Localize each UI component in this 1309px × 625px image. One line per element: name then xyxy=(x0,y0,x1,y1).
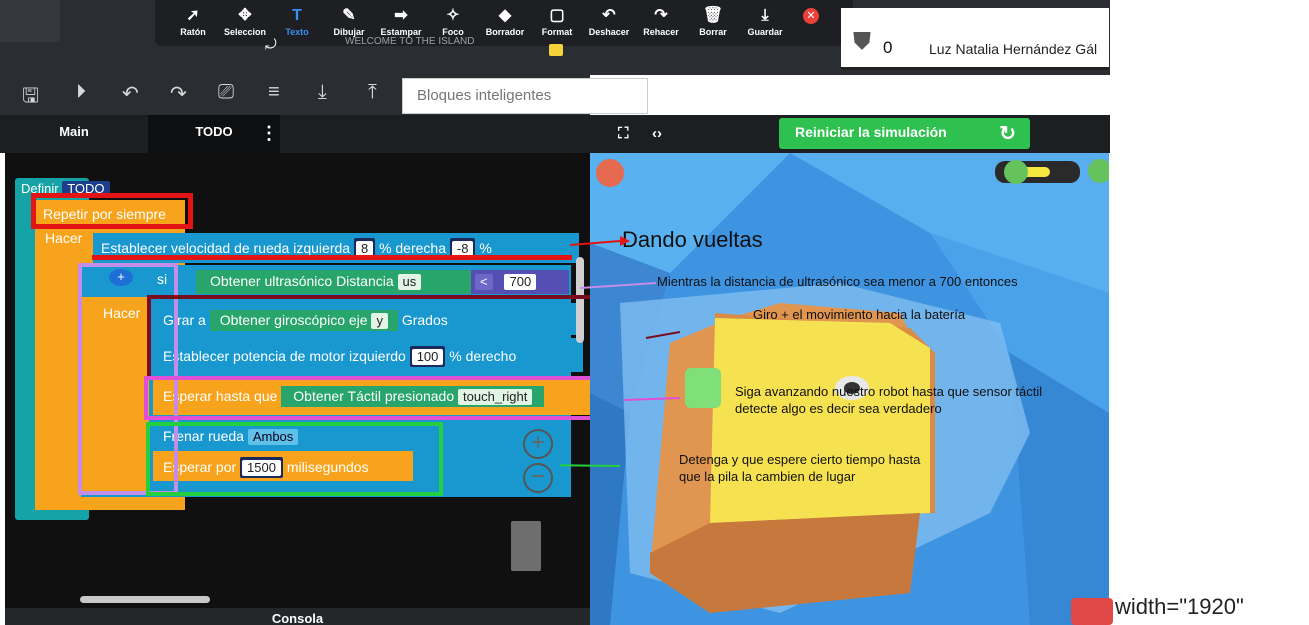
tool-borrar[interactable]: 🗑 Borrar xyxy=(687,0,739,37)
tool-label: Borrador xyxy=(485,27,525,37)
format-icon: ▢ xyxy=(549,7,565,24)
annotation-advance-1: Siga avanzando nuestro robot hasta que s… xyxy=(735,384,1043,399)
tool-format[interactable]: ▢ Format xyxy=(531,0,583,37)
tool-label: Ratón xyxy=(180,27,206,37)
tool-guardar[interactable]: ⤓ Guardar xyxy=(739,0,791,37)
close-annotation-icon[interactable]: ✕ xyxy=(803,8,819,24)
pct-right-label: % derecha xyxy=(379,240,446,256)
tool-label: Guardar xyxy=(747,27,783,37)
move-icon: ✥ xyxy=(238,7,252,24)
tool-estampar[interactable]: ➡ Estampar xyxy=(375,0,427,37)
tool-borrador[interactable]: ◆ Borrador xyxy=(479,0,531,37)
annotation-advance-2: detecte algo es decir sea verdadero xyxy=(735,401,942,416)
screen: ➚ Ratón ✥ Seleccion T Texto ✎ Dibujar ➡ Estampar ✧… xyxy=(0,0,1309,625)
pct-label: % xyxy=(479,240,492,256)
tab-main[interactable]: Main xyxy=(0,115,148,153)
user-name[interactable]: Luz Natalia Hernández Gál xyxy=(929,41,1097,57)
stray-width-text: width="1920" xyxy=(1115,594,1244,619)
tool-texto[interactable]: T Texto xyxy=(271,0,323,37)
save-icon: ⤓ xyxy=(761,7,769,24)
top-left-tab[interactable] xyxy=(0,0,60,42)
tool-label: Borrar xyxy=(699,27,727,37)
tool-label: Format xyxy=(541,27,573,37)
tool-dibujar[interactable]: ✎ Dibujar xyxy=(323,0,375,37)
get-ultrasonic-label: Obtener ultrasónico Distancia xyxy=(210,273,394,289)
tool-foco[interactable]: ✧ Foco xyxy=(427,0,479,37)
refresh-icon: ↻ xyxy=(999,123,1016,145)
ultrasonic-block[interactable]: Obtener ultrasónico Distancia us xyxy=(196,270,471,294)
run-icon[interactable]: ⏵ xyxy=(76,81,86,104)
tool-rehacer[interactable]: ↷ Rehacer xyxy=(635,0,687,37)
cast-icon[interactable]: ⎚ xyxy=(218,81,234,104)
redo-icon[interactable]: ↷ xyxy=(170,81,187,106)
annotation-stop-2: que la pila la cambien de lugar xyxy=(679,469,856,484)
add-list-icon[interactable]: ≡ xyxy=(268,81,280,104)
tool-label: Texto xyxy=(285,27,309,37)
trash-icon: 🗑 xyxy=(702,7,724,24)
tool-label: Rehacer xyxy=(643,27,679,37)
arrow-stamp-icon: ➡ xyxy=(394,7,408,24)
tool-rat-n[interactable]: ➚ Ratón xyxy=(167,0,219,37)
annotation-arrows xyxy=(560,236,680,467)
undo-icon[interactable]: ↶ xyxy=(122,81,139,106)
zoom-in-icon[interactable]: + xyxy=(523,429,553,459)
upload-icon[interactable]: ⤒ xyxy=(368,81,377,104)
eraser-icon: ◆ xyxy=(498,7,512,24)
operator-select[interactable]: < xyxy=(475,274,493,290)
spotlight-icon: ✧ xyxy=(446,7,460,24)
tool-deshacer[interactable]: ↶ Deshacer xyxy=(583,0,635,37)
kebab-menu-icon[interactable]: ⋮ xyxy=(260,123,278,144)
compare-block[interactable]: < 700 xyxy=(471,270,569,294)
pen-icon: ✎ xyxy=(342,7,356,24)
redo-icon: ↷ xyxy=(654,7,668,24)
smart-blocks-search[interactable]: Bloques inteligentes xyxy=(402,78,648,114)
zoom-out-icon[interactable]: − xyxy=(523,463,553,493)
world-icon: ⤾ xyxy=(265,36,277,52)
sensor-select[interactable]: us xyxy=(397,274,422,290)
console-bar[interactable]: Consola xyxy=(5,608,590,625)
undo-icon: ↶ xyxy=(602,7,616,24)
code-view-icon[interactable]: ‹› xyxy=(652,125,662,142)
world-title[interactable]: WELCOME TO THE ISLAND xyxy=(345,36,474,47)
green-frame xyxy=(146,422,443,496)
annotation-toolbar: ➚ Ratón ✥ Seleccion T Texto ✎ Dibujar ➡ Estampar ✧… xyxy=(155,0,853,46)
magenta-frame xyxy=(144,376,622,420)
reset-label: Reiniciar la simulación xyxy=(795,124,947,140)
trash-icon[interactable] xyxy=(511,521,541,571)
red-tag-icon xyxy=(1071,598,1113,625)
annotation-stop-1: Detenga y que espere cierto tiempo hasta xyxy=(679,452,921,467)
text-icon: T xyxy=(292,7,302,24)
tool-label: Deshacer xyxy=(588,27,630,37)
cursor-icon: ➚ xyxy=(186,7,200,24)
save-file-icon[interactable]: 🖫 xyxy=(22,81,39,115)
shield-icon: ⛊ xyxy=(853,28,871,55)
annotation-distance: Mientras la distancia de ultrasónico sea… xyxy=(657,274,1018,289)
red-underline xyxy=(92,255,572,260)
download-icon[interactable]: ⤓ xyxy=(318,81,327,104)
score-value: 0 xyxy=(883,38,893,57)
reset-simulation-button[interactable]: Reiniciar la simulación ↻ xyxy=(779,118,1030,149)
bulb-icon[interactable] xyxy=(549,44,563,56)
annotation-turn: Giro + el movimiento hacia la batería xyxy=(753,307,966,322)
horizontal-scrollbar[interactable] xyxy=(80,596,210,603)
red-frame xyxy=(31,193,193,229)
tab-bar: Main TODO ⋮ xyxy=(0,115,590,153)
tool-label: Seleccion xyxy=(223,27,267,37)
user-bar: ⛊ 0 Luz Natalia Hernández Gál xyxy=(841,8,1109,70)
set-speed-label: Establecer velocidad de rueda izquierda xyxy=(101,240,351,256)
tool-seleccion[interactable]: ✥ Seleccion xyxy=(219,0,271,37)
fullscreen-icon[interactable]: ⛶ xyxy=(618,125,629,142)
threshold-value[interactable]: 700 xyxy=(504,274,537,290)
